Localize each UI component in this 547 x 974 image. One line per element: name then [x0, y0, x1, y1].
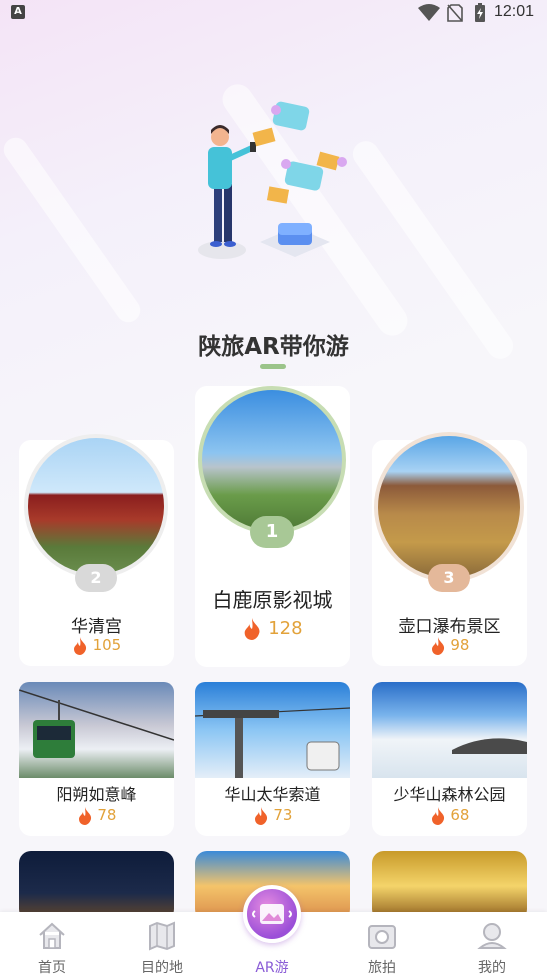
rank-card-3[interactable]: 3 壶口瀑布景区 98	[372, 432, 527, 666]
attraction-photo	[19, 682, 174, 778]
attraction-photo	[24, 434, 168, 578]
attraction-photo	[195, 682, 350, 778]
clock: 12:01	[494, 3, 535, 20]
camera-icon	[368, 925, 396, 949]
wifi-icon	[418, 4, 440, 21]
home-icon	[39, 922, 65, 949]
hot-count: 128	[195, 618, 350, 640]
profile-icon	[477, 923, 507, 949]
battery-charging-icon	[475, 3, 485, 22]
hot-value: 128	[268, 618, 303, 639]
flame-icon	[431, 636, 444, 655]
attraction-card[interactable]	[19, 851, 174, 921]
app-badge-icon: A	[11, 5, 25, 19]
ar-illustration	[198, 101, 347, 259]
attraction-name: 阳朔如意峰	[56, 785, 137, 804]
rank-card-2[interactable]: 2 华清宫 105	[19, 434, 174, 666]
nav-label: 旅拍	[368, 960, 396, 974]
attraction-photo	[198, 386, 346, 534]
attraction-name: 壶口瀑布景区	[398, 617, 501, 637]
flame-icon	[78, 806, 91, 825]
rank-badge: 1	[250, 516, 294, 548]
hot-count: 98	[372, 636, 527, 655]
attraction-card[interactable]: 阳朔如意峰 78	[19, 682, 174, 836]
hot-value: 78	[97, 806, 117, 824]
attraction-photo	[374, 432, 524, 582]
hot-value: 105	[92, 636, 122, 654]
attraction-name: 华清宫	[71, 617, 122, 637]
nav-profile[interactable]: 我的	[452, 912, 532, 974]
flame-icon	[431, 806, 444, 825]
nav-home[interactable]: 首页	[12, 912, 92, 974]
status-bar: A 12:01	[0, 0, 547, 26]
attraction-name: 白鹿原影视城	[212, 588, 333, 612]
nav-label: 首页	[38, 960, 66, 974]
hot-count: 68	[372, 806, 527, 825]
hot-value: 73	[273, 806, 293, 824]
attraction-photo	[19, 851, 174, 921]
flame-icon	[73, 636, 86, 655]
nav-photo[interactable]: 旅拍	[342, 912, 422, 974]
no-sim-icon	[447, 4, 463, 22]
nav-label: 目的地	[141, 960, 183, 974]
attraction-card[interactable]: 华山太华索道 73	[195, 682, 350, 836]
hot-value: 98	[450, 636, 470, 654]
hot-count: 78	[19, 806, 174, 825]
ar-icon	[252, 904, 292, 924]
bridge-graphic	[452, 738, 527, 754]
hot-value: 68	[450, 806, 470, 824]
nav-label: AR游	[255, 960, 289, 974]
title-underline	[260, 364, 286, 369]
nav-label: 我的	[478, 960, 506, 974]
section-title: 陕旅AR带你游	[198, 334, 349, 360]
map-icon	[149, 921, 175, 951]
ar-center-button[interactable]	[243, 885, 301, 943]
attraction-photo	[372, 851, 527, 921]
rank-card-1[interactable]: 1 白鹿原影视城 128	[195, 386, 350, 667]
attraction-name: 华山太华索道	[224, 785, 321, 804]
attraction-photo	[372, 682, 527, 778]
hot-count: 73	[195, 806, 350, 825]
hot-count: 105	[19, 636, 174, 655]
attraction-card[interactable]: 少华山森林公园 68	[372, 682, 527, 836]
rank-badge: 3	[428, 564, 470, 592]
cable-car-graphic	[195, 707, 350, 778]
cable-car-graphic	[19, 689, 174, 758]
flame-icon	[254, 806, 267, 825]
attraction-name: 少华山森林公园	[393, 785, 506, 804]
rank-badge: 2	[75, 564, 117, 592]
nav-destination[interactable]: 目的地	[122, 912, 202, 974]
attraction-card[interactable]	[372, 851, 527, 921]
flame-icon	[245, 618, 260, 640]
